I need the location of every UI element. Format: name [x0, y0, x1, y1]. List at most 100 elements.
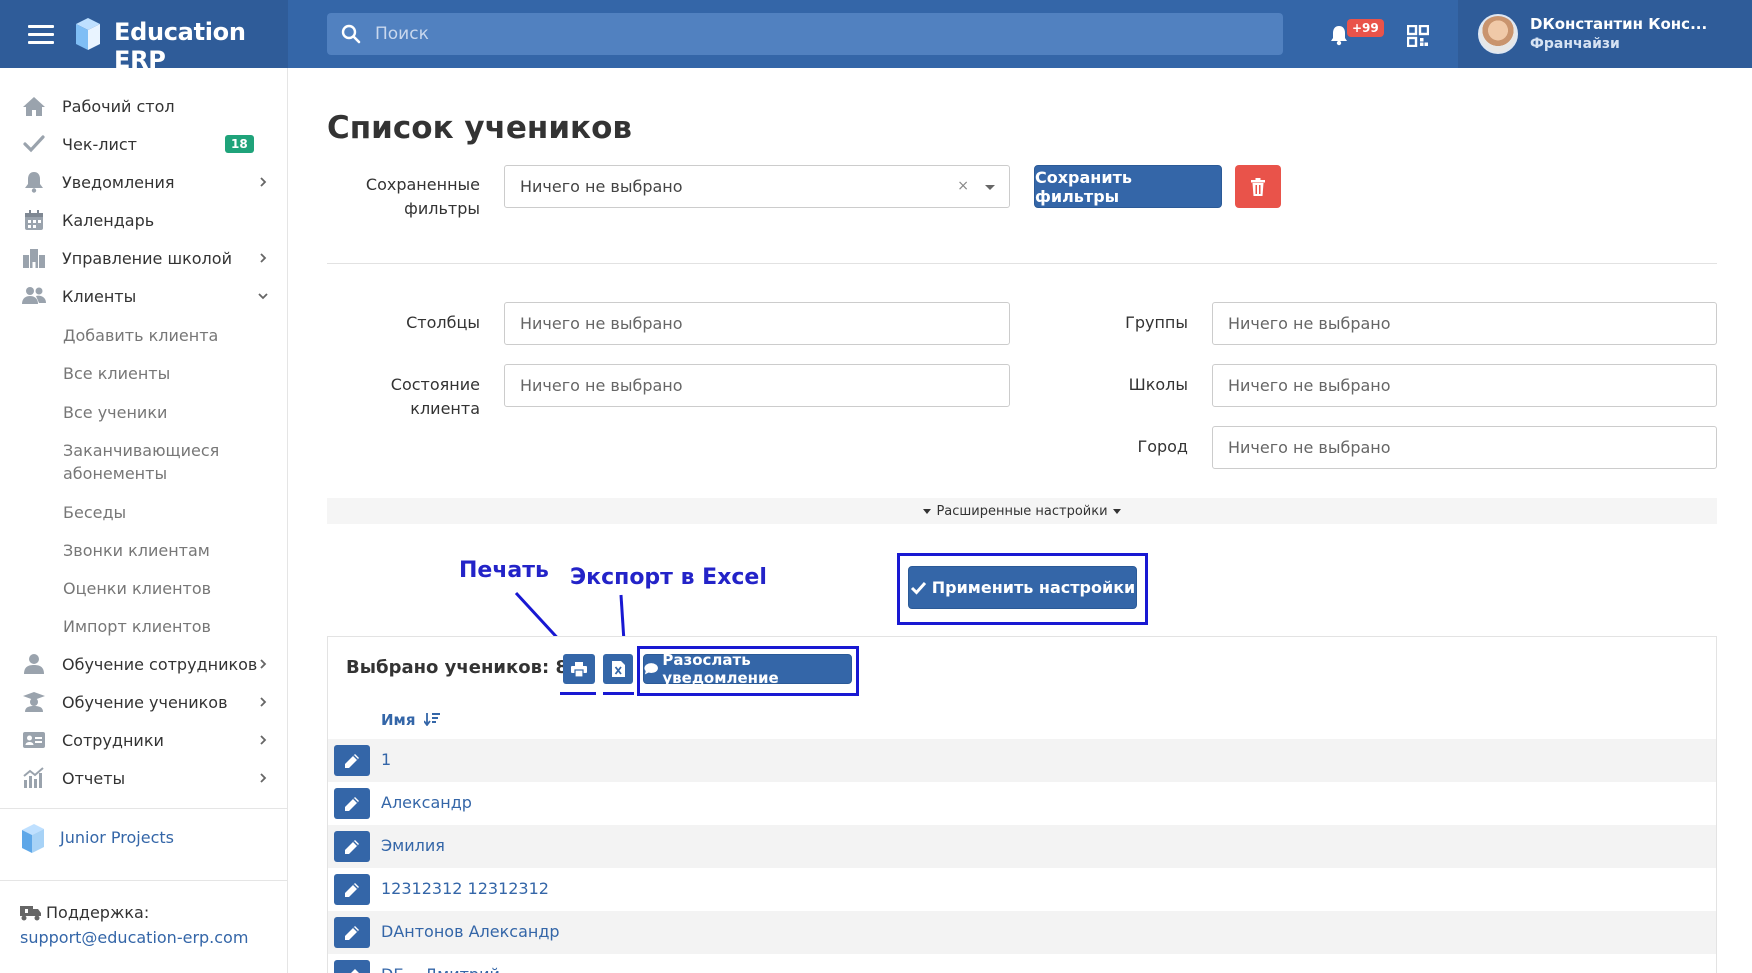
chevron-down-icon: [258, 293, 268, 300]
pencil-icon: [345, 796, 359, 811]
sidebar-item-staff-training[interactable]: Обучение сотрудников: [0, 646, 288, 682]
student-name-link[interactable]: DБ... Дмитрий: [381, 965, 500, 973]
chevron-right-icon: [260, 697, 267, 707]
name-column-label: Имя: [381, 711, 416, 729]
print-icon: [571, 661, 587, 677]
pencil-icon: [345, 925, 359, 940]
support-label: Поддержка:: [46, 903, 150, 922]
pencil-icon: [345, 753, 359, 768]
export-excel-button[interactable]: [603, 654, 633, 684]
search-input[interactable]: [375, 13, 1255, 55]
caret-down-icon: [985, 185, 995, 190]
student-name-link[interactable]: DАнтонов Александр: [381, 922, 560, 941]
edit-button[interactable]: [334, 788, 370, 819]
sidebar-item-reports[interactable]: Отчеты: [0, 760, 288, 796]
sidebar-item-notifications[interactable]: Уведомления: [0, 164, 288, 200]
qr-grid-icon[interactable]: [1407, 25, 1429, 47]
sidebar-subitem-expiring-subscriptions[interactable]: Заканчивающиеся абонементы: [63, 439, 233, 485]
sidebar-item-label: Управление школой: [62, 248, 232, 268]
caret-down-icon: [923, 508, 932, 514]
pencil-icon: [345, 882, 359, 897]
sidebar-item-employees[interactable]: Сотрудники: [0, 722, 288, 758]
users-icon: [22, 287, 46, 304]
brand-name[interactable]: Education ERP: [114, 18, 288, 74]
pencil-icon: [345, 839, 359, 854]
clear-icon[interactable]: ×: [957, 178, 969, 194]
user-menu[interactable]: DКонстантин Конс... Франчайзи: [1458, 0, 1752, 68]
search-bar: [327, 13, 1283, 55]
table-row: 1: [328, 739, 1716, 782]
sidebar-subitem-all-clients[interactable]: Все клиенты: [63, 362, 170, 385]
caret-down-icon: [1112, 508, 1121, 514]
columns-select[interactable]: Ничего не выбрано: [504, 302, 1010, 345]
sidebar-item-school-management[interactable]: Управление школой: [0, 240, 288, 276]
edit-button[interactable]: [334, 917, 370, 948]
sort-icon[interactable]: [422, 712, 440, 727]
sidebar-item-checklist[interactable]: Чек-лист 18: [0, 126, 288, 162]
client-state-select[interactable]: Ничего не выбрано: [504, 364, 1010, 407]
excel-file-icon: [611, 661, 625, 677]
edit-button[interactable]: [334, 831, 370, 862]
chevron-right-icon: [260, 253, 267, 263]
sidebar-divider: [0, 880, 288, 881]
graduation-icon: [23, 692, 45, 712]
sidebar-subitem-conversations[interactable]: Беседы: [63, 501, 126, 524]
city-label: Город: [1137, 437, 1188, 456]
student-name-link[interactable]: 12312312 12312312: [381, 879, 549, 898]
sidebar-item-dashboard[interactable]: Рабочий стол: [0, 88, 288, 124]
sidebar-item-label: Рабочий стол: [62, 96, 175, 116]
save-filters-button[interactable]: Сохранить фильтры: [1034, 165, 1222, 208]
sidebar-item-label: Сотрудники: [62, 730, 164, 750]
top-bar: Education ERP +99 DКонстантин Конс... Фр…: [0, 0, 1752, 74]
sidebar-item-calendar[interactable]: Календарь: [0, 202, 288, 238]
sidebar-item-student-training[interactable]: Обучение учеников: [0, 684, 288, 720]
user-name: DКонстантин Конс...: [1530, 15, 1708, 33]
user-role: Франчайзи: [1530, 36, 1620, 52]
chevron-right-icon: [260, 659, 267, 669]
divider: [327, 263, 1717, 264]
checklist-badge: 18: [225, 135, 254, 153]
sidebar-subitem-client-ratings[interactable]: Оценки клиентов: [63, 577, 211, 600]
student-name-link[interactable]: Эмилия: [381, 836, 445, 855]
edit-button[interactable]: [334, 874, 370, 905]
sidebar-subitem-all-students[interactable]: Все ученики: [63, 401, 167, 424]
sidebar-subitem-client-calls[interactable]: Звонки клиентам: [63, 539, 210, 562]
sidebar-item-label: Чек-лист: [62, 134, 137, 154]
sidebar-subitem-import-clients[interactable]: Импорт клиентов: [63, 615, 211, 638]
schools-select[interactable]: Ничего не выбрано: [1212, 364, 1717, 407]
table-row: DАнтонов Александр: [328, 911, 1716, 954]
saved-filters-label: Сохраненные фильтры: [365, 175, 480, 218]
avatar[interactable]: [1478, 14, 1518, 54]
delete-filter-button[interactable]: [1235, 165, 1281, 208]
apply-settings-button[interactable]: Применить настройки: [908, 566, 1137, 609]
chevron-right-icon: [260, 735, 267, 745]
menu-icon[interactable]: [28, 25, 54, 44]
city-select[interactable]: Ничего не выбрано: [1212, 426, 1717, 469]
saved-filters-value: Ничего не выбрано: [520, 177, 683, 196]
saved-filters-select[interactable]: Ничего не выбрано ×: [504, 165, 1010, 208]
table-row: 12312312 12312312: [328, 868, 1716, 911]
advanced-settings-toggle[interactable]: Расширенные настройки: [327, 498, 1717, 524]
annotation-underline-print: [560, 692, 596, 695]
print-button[interactable]: [563, 654, 595, 684]
id-card-icon: [23, 732, 45, 748]
annotation-underline-export: [603, 692, 634, 695]
sidebar: Рабочий стол Чек-лист 18 Уведомления Кал…: [0, 68, 288, 973]
truck-icon: [20, 906, 41, 921]
support-email-link[interactable]: support@education-erp.com: [20, 928, 248, 947]
student-name-link[interactable]: 1: [381, 750, 391, 769]
chevron-right-icon: [260, 177, 267, 187]
sidebar-item-clients[interactable]: Клиенты: [0, 278, 288, 314]
name-column-header[interactable]: Имя: [381, 711, 440, 729]
check-icon: [910, 581, 926, 595]
groups-label: Группы: [1125, 313, 1188, 332]
student-name-link[interactable]: Александр: [381, 793, 472, 812]
sidebar-subitem-add-client[interactable]: Добавить клиента: [63, 324, 218, 347]
groups-select[interactable]: Ничего не выбрано: [1212, 302, 1717, 345]
sidebar-item-label: Клиенты: [62, 286, 137, 306]
staff-training-icon: [24, 654, 44, 674]
edit-button[interactable]: [334, 960, 370, 973]
junior-projects-link[interactable]: Junior Projects: [60, 828, 174, 847]
edit-button[interactable]: [334, 745, 370, 776]
junior-projects-logo-icon: [22, 824, 44, 853]
